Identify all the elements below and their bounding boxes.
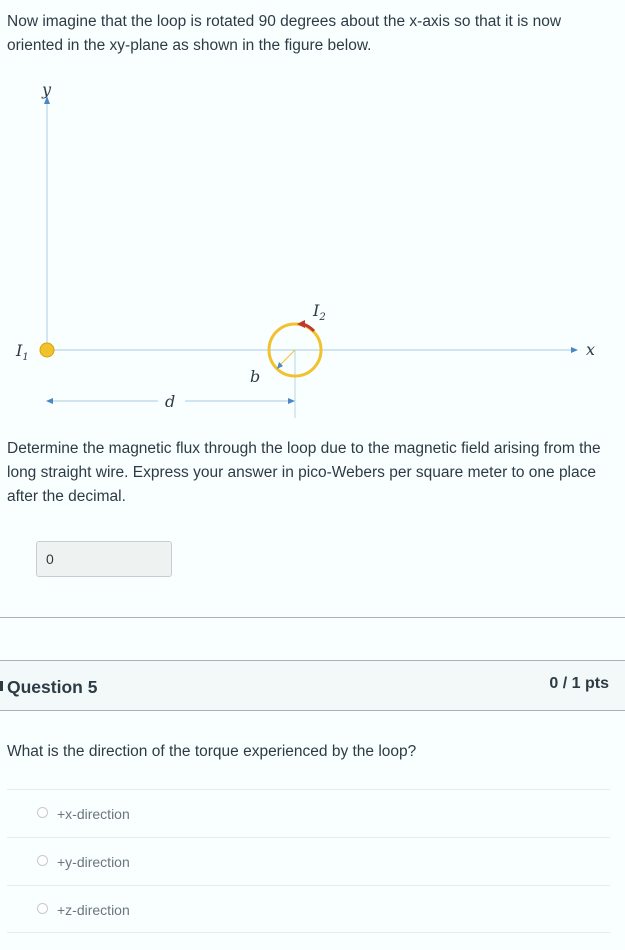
answer-options: +x-direction +y-direction +z-direction: [7, 789, 610, 933]
wire-i1-label: I1: [15, 341, 29, 363]
question-4-prompt: Determine the magnetic flux through the …: [7, 440, 601, 505]
radio-button[interactable]: [37, 855, 48, 866]
option-plus-y[interactable]: +y-direction: [7, 837, 610, 885]
radius-line: [278, 349, 296, 367]
radio-button[interactable]: [37, 903, 48, 914]
loop-i2-label: I2: [312, 301, 326, 323]
option-label: +y-direction: [57, 854, 130, 870]
section-divider: [0, 617, 625, 618]
option-plus-z[interactable]: +z-direction: [7, 885, 610, 933]
wire-i1-dot: [39, 342, 55, 358]
y-axis-label: y: [41, 80, 52, 99]
option-plus-x[interactable]: +x-direction: [7, 789, 610, 837]
question-5-header: Question 5 0 / 1 pts: [0, 660, 625, 711]
option-label: +x-direction: [57, 806, 130, 822]
radius-b-label: b: [250, 367, 260, 386]
distance-arrow-right: [288, 398, 295, 404]
question-flag-marker: [0, 681, 3, 691]
question-5-title: Question 5: [7, 677, 98, 697]
question-4-intro-text: Now imagine that the loop is rotated 90 …: [7, 13, 562, 54]
question-5-text: What is the direction of the torque expe…: [7, 743, 417, 760]
radio-button[interactable]: [37, 807, 48, 818]
x-axis-arrowhead: [571, 347, 578, 353]
question-5-points: 0 / 1 pts: [549, 675, 609, 692]
answer-input[interactable]: [36, 541, 172, 577]
loop-current-arrowhead: [297, 320, 305, 328]
loop-wire-figure: y x I1 I2 b d: [15, 80, 595, 418]
option-label: +z-direction: [57, 902, 130, 918]
x-axis-label: x: [586, 340, 595, 359]
distance-d-label: d: [165, 392, 175, 411]
distance-arrow-left: [46, 398, 53, 404]
